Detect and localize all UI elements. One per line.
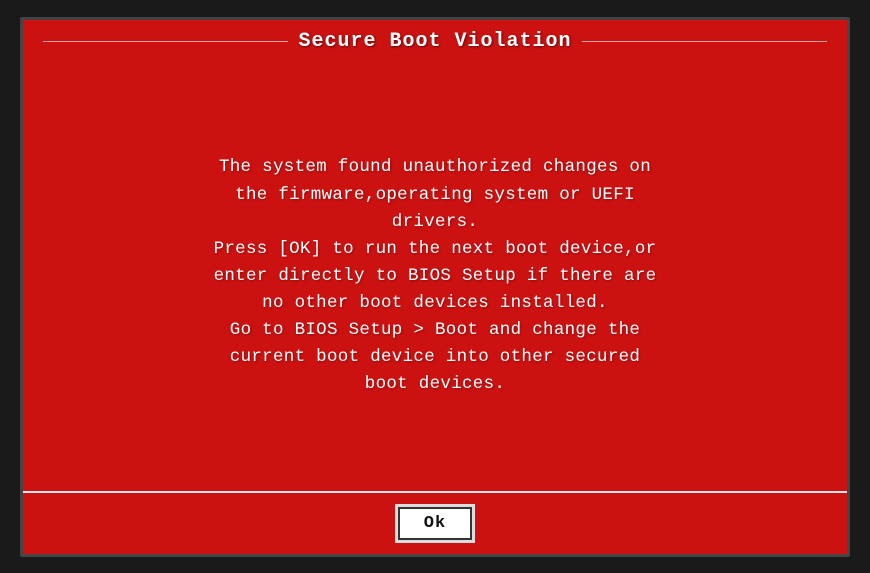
secure-boot-dialog: Secure Boot Violation The system found u… [20,17,850,557]
message-line9: boot devices. [365,374,505,394]
message-area: The system found unauthorized changes on… [23,63,847,491]
message-line8: current boot device into other secured [230,347,640,367]
message-line5: enter directly to BIOS Setup if there ar… [214,266,657,286]
message-line6: no other boot devices installed. [262,293,608,313]
message-line1: The system found unauthorized changes on [219,157,651,177]
message-text: The system found unauthorized changes on… [214,154,657,398]
button-area: Ok [23,491,847,554]
title-line-left [43,41,288,42]
message-line4: Press [OK] to run the next boot device,o… [214,239,657,259]
title-line-right [582,41,827,42]
title-bar: Secure Boot Violation [23,20,847,63]
message-line3: drivers. [392,212,478,232]
dialog-title: Secure Boot Violation [298,30,571,53]
ok-button[interactable]: Ok [398,507,472,540]
message-line2: the firmware,operating system or UEFI [235,185,635,205]
message-line7: Go to BIOS Setup > Boot and change the [230,320,640,340]
